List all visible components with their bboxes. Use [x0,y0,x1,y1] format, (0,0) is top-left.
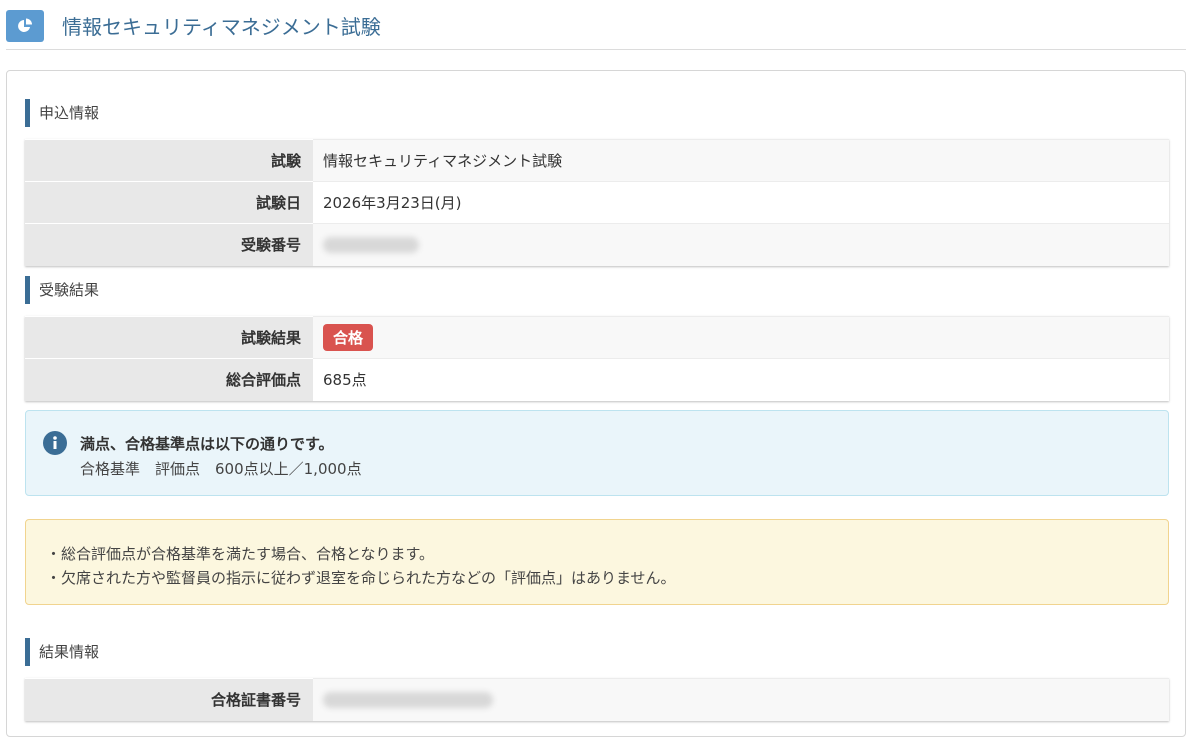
table-row: 受験番号 [25,223,1169,266]
exam-label: 試験 [25,139,313,182]
note-line: ・総合評価点が合格基準を満たす場合、合格となります。 [46,545,435,563]
passing-criteria-text: 合格基準 評価点 600点以上／1,000点 [80,460,362,478]
certificate-number-value [313,678,1169,721]
main-panel: 申込情報 試験 情報セキュリティマネジメント試験 試験日 2026年3月23日(… [6,70,1186,737]
passing-criteria-heading: 満点、合格基準点は以下の通りです。 [80,435,334,453]
certificate-number-label: 合格証書番号 [25,678,313,721]
passing-criteria-alert: 満点、合格基準点は以下の通りです。 合格基準 評価点 600点以上／1,000点 [25,410,1169,496]
info-circle-icon [43,431,67,455]
redacted-certificate-number [323,692,493,709]
section-title-result-info: 結果情報 [25,638,99,666]
table-row: 試験日 2026年3月23日(月) [25,181,1169,224]
examinee-number-value [313,223,1169,266]
result-info-table: 合格証書番号 [25,678,1169,721]
section-title-exam-result: 受験結果 [25,276,99,304]
table-row: 合格証書番号 [25,678,1169,721]
examinee-number-label: 受験番号 [25,223,313,266]
notes-alert: ・総合評価点が合格基準を満たす場合、合格となります。 ・欠席された方や監督員の指… [25,519,1169,605]
pass-badge: 合格 [323,324,374,351]
page-header: 情報セキュリティマネジメント試験 [6,0,1186,50]
application-info-table: 試験 情報セキュリティマネジメント試験 試験日 2026年3月23日(月) 受験… [25,139,1169,266]
exam-date-label: 試験日 [25,181,313,224]
exam-value: 情報セキュリティマネジメント試験 [313,139,1169,182]
table-row: 試験 情報セキュリティマネジメント試験 [25,139,1169,182]
exam-date-value: 2026年3月23日(月) [313,181,1169,224]
redacted-examinee-number [323,237,419,254]
result-label: 試験結果 [25,316,313,359]
section-title-application-info: 申込情報 [25,99,99,127]
score-label: 総合評価点 [25,358,313,401]
note-line: ・欠席された方や監督員の指示に従わず退室を命じられた方などの「評価点」はありませ… [46,569,676,587]
pie-chart-icon [6,10,44,42]
table-row: 試験結果 合格 [25,316,1169,359]
score-value: 685点 [313,358,1169,401]
result-value: 合格 [313,316,1169,359]
table-row: 総合評価点 685点 [25,358,1169,401]
exam-result-table: 試験結果 合格 総合評価点 685点 [25,316,1169,401]
page-title: 情報セキュリティマネジメント試験 [62,15,381,39]
